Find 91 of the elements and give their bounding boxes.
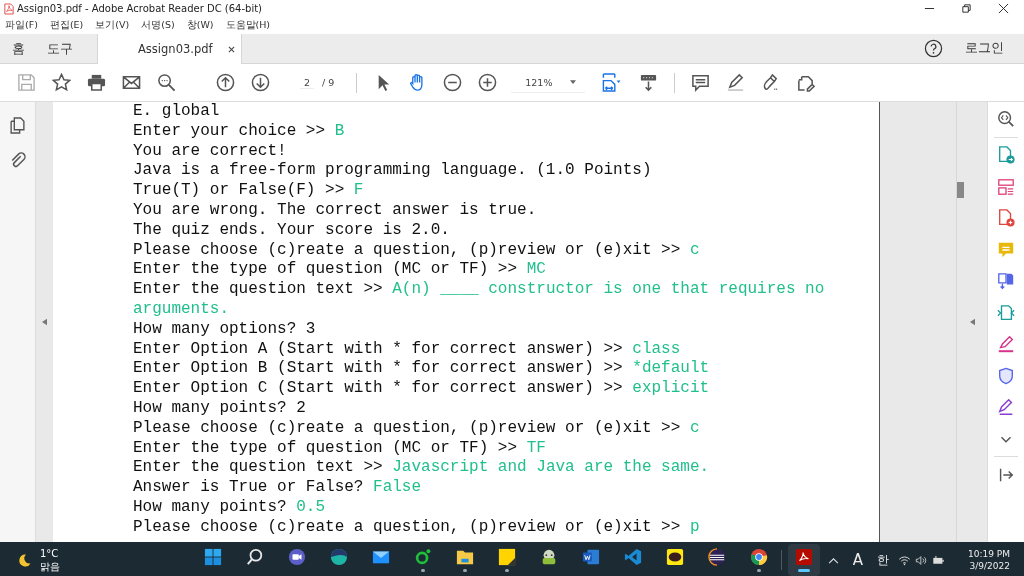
console-line: Please choose (c)reate a question, (p)review or (e)xit >> p <box>133 517 701 538</box>
console-line: Please choose (c)reate a question, (p)review or (e)xit >> c <box>133 418 701 439</box>
restore-icon[interactable] <box>961 3 972 14</box>
layout-icon[interactable] <box>997 177 1015 196</box>
fill-sign-icon[interactable] <box>796 73 816 92</box>
battery-icon[interactable] <box>932 554 945 566</box>
console-line: E. global <box>133 102 221 122</box>
close-icon[interactable] <box>228 45 235 53</box>
word-icon[interactable] <box>582 548 600 566</box>
page-number-field[interactable]: 2 <box>300 76 314 89</box>
console-line: Please choose (c)reate a question, (p)review or (e)xit >> c <box>133 240 701 261</box>
acrobat-icon <box>4 2 14 15</box>
windows-icon[interactable] <box>204 548 222 566</box>
console-line: Enter Option C (Start with * for correct answer) >> explicit <box>133 379 711 399</box>
document-export-icon[interactable] <box>997 146 1015 164</box>
sticky-note-icon[interactable] <box>498 548 516 566</box>
console-line: The quiz ends. Your score is 2.0. <box>133 220 451 241</box>
console-line: Answer is True or False? False <box>133 478 423 498</box>
find-icon[interactable] <box>157 73 176 92</box>
console-line: How many points? 0.5 <box>133 497 327 518</box>
collapse-arrow-icon[interactable] <box>969 318 975 326</box>
speech-bubble-icon[interactable] <box>666 548 684 566</box>
zoom-dropdown[interactable]: 121% <box>511 72 586 93</box>
tab-label: Assign03.pdf <box>138 42 213 56</box>
scrollbar-thumb[interactable] <box>957 182 964 198</box>
console-line: You are wrong. The correct answer is true. <box>133 201 538 221</box>
ring-icon[interactable] <box>414 548 432 566</box>
folder-icon[interactable] <box>456 548 474 566</box>
search-icon[interactable] <box>997 110 1015 128</box>
moon-icon <box>17 552 32 568</box>
console-line: Enter the question text >> Javascript and Java are the same. <box>133 458 711 479</box>
convert-icon[interactable] <box>997 272 1015 290</box>
window-title: Assign03.pdf - Adobe Acrobat Reader DC (64-bit) <box>17 3 262 14</box>
menu-item[interactable]: 파일(F) <box>5 19 38 32</box>
page-total: / 9 <box>322 77 335 88</box>
ime-indicator[interactable]: 한 <box>877 551 889 569</box>
printer-icon[interactable] <box>87 73 106 92</box>
wifi-icon[interactable] <box>898 554 911 566</box>
input-mode-indicator[interactable]: A <box>852 551 863 569</box>
highlighter-icon[interactable] <box>997 335 1015 353</box>
video-chat-icon[interactable] <box>288 548 306 566</box>
acrobat-icon <box>795 548 813 566</box>
chrome-icon[interactable] <box>750 548 768 566</box>
zoom-in-icon[interactable] <box>478 73 498 92</box>
mail-icon[interactable] <box>122 73 141 92</box>
document-tab[interactable]: Assign03.pdf <box>97 34 242 64</box>
page-up-icon[interactable] <box>216 73 235 92</box>
scroll-mode-icon[interactable] <box>639 73 659 92</box>
console-line: Enter Option B (Start with * for correct answer) >> *default <box>133 359 711 380</box>
weather-condition: 맑음 <box>40 560 60 573</box>
menu-item[interactable]: 도움말(H) <box>225 19 271 32</box>
clock[interactable]: 10:19 PM 3/9/2022 <box>968 548 1010 572</box>
game-icon[interactable] <box>540 548 558 566</box>
volume-icon[interactable] <box>915 554 928 566</box>
eclipse-icon[interactable] <box>708 548 726 566</box>
pen-sign-icon[interactable] <box>997 398 1015 416</box>
highlighter-icon[interactable] <box>726 73 746 92</box>
temperature: 1°C <box>40 547 60 560</box>
compress-icon[interactable] <box>997 303 1015 322</box>
chevron-up-icon[interactable] <box>827 556 839 564</box>
console-line: Enter your choice >> B <box>133 121 346 142</box>
paperclip-icon[interactable] <box>9 152 26 169</box>
document-add-icon[interactable] <box>997 209 1015 227</box>
console-line: Java is a free-form programming language. (1.0 Points) <box>133 161 653 182</box>
console-line: You are correct! <box>133 141 288 162</box>
menu-item[interactable]: 창(W) <box>186 19 214 32</box>
console-line: Enter the question text >> A(n) ____ constructor is one that requires no arguments. <box>133 280 826 320</box>
star-icon[interactable] <box>52 73 71 92</box>
menu-item[interactable]: 편집(E) <box>49 19 84 32</box>
close-icon[interactable] <box>998 3 1009 14</box>
console-line: Enter the type of question (MC or TF) >> TF <box>133 438 547 459</box>
menu-item[interactable]: 서명(S) <box>141 19 175 32</box>
console-line: Enter the type of question (MC or TF) >> MC <box>133 260 547 281</box>
console-line: How many options? 3 <box>133 319 317 340</box>
console-line: True(T) or False(F) >> F <box>133 181 365 201</box>
comment-icon[interactable] <box>691 73 711 92</box>
console-line: Enter Option A (Start with * for correct answer) >> class <box>133 339 682 360</box>
caret-icon <box>570 80 577 84</box>
login-link[interactable]: 로그인 <box>965 40 1004 57</box>
page-down-icon[interactable] <box>251 73 270 92</box>
code-editor-icon[interactable] <box>624 548 642 566</box>
whale-icon[interactable] <box>330 548 348 566</box>
menu-item[interactable]: 보기(V) <box>95 19 130 32</box>
help-icon[interactable] <box>924 39 943 58</box>
console-line: How many points? 2 <box>133 398 307 419</box>
search-icon[interactable] <box>246 548 264 566</box>
taskbar-app-button[interactable] <box>788 544 820 576</box>
pages-icon[interactable] <box>9 117 26 134</box>
shield-icon[interactable] <box>997 366 1015 385</box>
zoom-out-icon[interactable] <box>443 73 463 92</box>
expand-arrow-icon[interactable] <box>42 318 47 326</box>
